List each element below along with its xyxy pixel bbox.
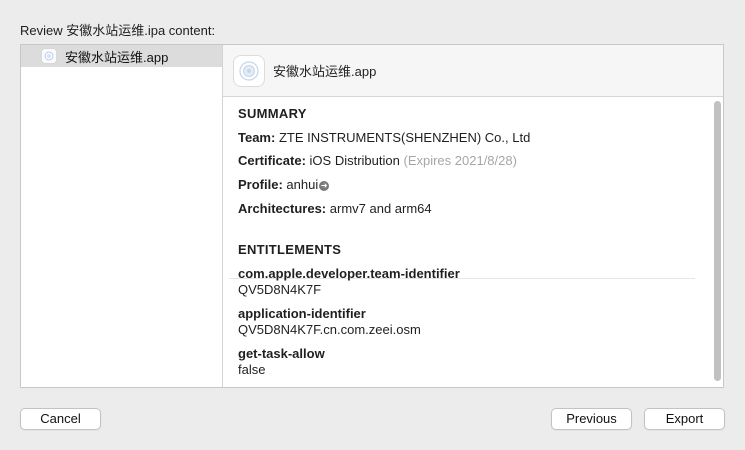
entitlement-value: QV5D8N4K7F: [238, 282, 322, 297]
export-button[interactable]: Export: [644, 408, 725, 430]
architectures-label: Architectures:: [238, 201, 327, 216]
entitlement-key: get-task-allow: [238, 346, 325, 361]
entitlement-key: application-identifier: [238, 306, 366, 321]
sidebar-item-app[interactable]: 安徽水站运维.app: [21, 45, 222, 67]
team-label: Team:: [238, 130, 276, 145]
arrow-right-icon[interactable]: ➜: [319, 181, 330, 191]
previous-button[interactable]: Previous: [551, 408, 632, 430]
app-icon-large: [233, 54, 265, 87]
team-value: ZTE INSTRUMENTS(SHENZHEN) Co., Ltd: [278, 130, 531, 145]
profile-value: anhui: [286, 177, 319, 192]
vertical-scrollbar[interactable]: [712, 99, 722, 385]
cancel-button[interactable]: Cancel: [20, 408, 101, 430]
detail-title: 安徽水站运维.app: [273, 64, 377, 79]
entitlement-value: false: [238, 362, 266, 377]
app-icon: [41, 48, 57, 64]
certificate-value: iOS Distribution: [309, 153, 400, 168]
team-row: Team: ZTE INSTRUMENTS(SHENZHEN) Co., Ltd: [238, 130, 530, 145]
profile-label: Profile:: [238, 177, 283, 192]
detail-header: 安徽水站运维.app: [223, 45, 723, 97]
entitlement-value: QV5D8N4K7F.cn.com.zeei.osm: [238, 322, 421, 337]
summary-heading: SUMMARY: [238, 106, 307, 121]
sidebar-item-label: 安徽水站运维.app: [65, 49, 169, 65]
sidebar: 安徽水站运维.app: [21, 45, 223, 387]
scrollbar-thumb[interactable]: [714, 101, 721, 381]
certificate-expiry: (Expires 2021/8/28): [403, 153, 517, 168]
content-panel: 安徽水站运维.app 安徽水站运维.app SUMMARY Team: ZTE …: [20, 44, 724, 388]
dialog-heading: Review 安徽水站运维.ipa content:: [20, 23, 216, 38]
certificate-label: Certificate:: [238, 153, 306, 168]
entitlements-heading: ENTITLEMENTS: [238, 242, 342, 257]
profile-row: Profile: anhui ➜: [238, 177, 330, 192]
architectures-row: Architectures: armv7 and arm64: [238, 201, 432, 216]
detail-pane: 安徽水站运维.app SUMMARY Team: ZTE INSTRUMENTS…: [223, 45, 723, 387]
certificate-row: Certificate: iOS Distribution (Expires 2…: [238, 153, 517, 168]
entitlement-key: com.apple.developer.team-identifier: [238, 266, 460, 281]
architectures-value: armv7 and arm64: [329, 201, 432, 216]
detail-content: SUMMARY Team: ZTE INSTRUMENTS(SHENZHEN) …: [223, 97, 723, 387]
